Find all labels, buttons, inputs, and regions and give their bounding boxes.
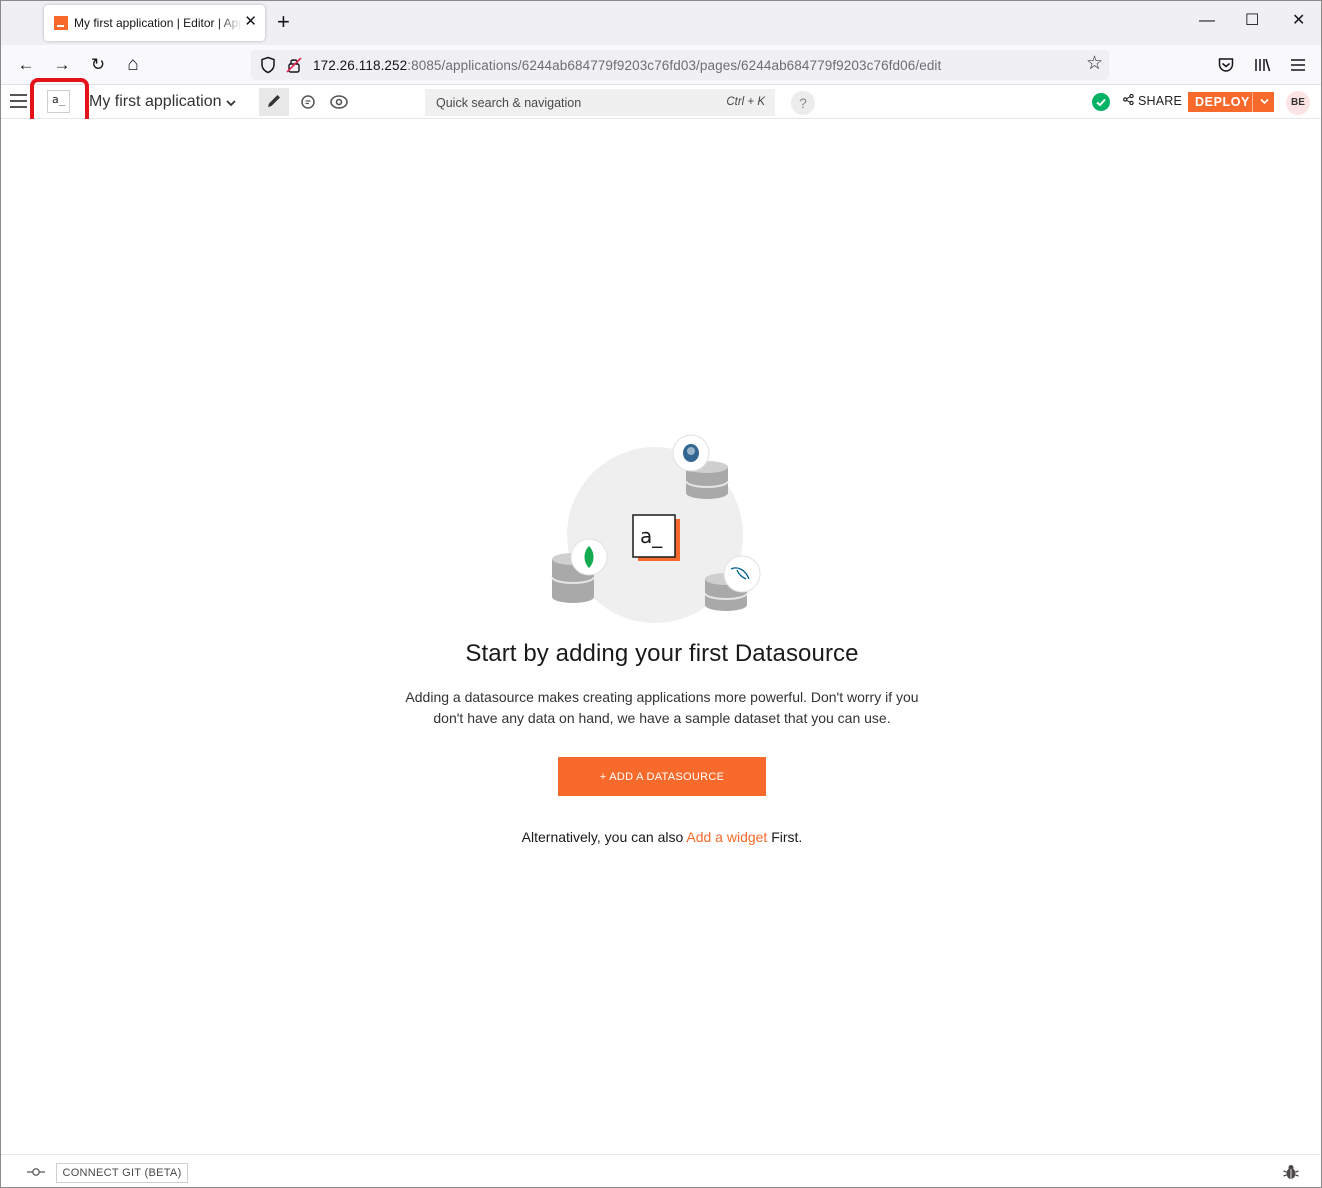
empty-state-description: Adding a datasource makes creating appli… (405, 689, 919, 726)
editor-canvas: a_ Start by adding your first Datasource… (1, 119, 1321, 1154)
empty-state-heading: Start by adding your first Datasource (465, 640, 859, 667)
bug-icon[interactable] (1282, 1163, 1300, 1181)
add-datasource-button[interactable]: + ADD A DATASOURCE (558, 757, 766, 796)
tab-close-icon[interactable]: ✕ (244, 14, 257, 30)
app-header: a_ My first application Quick search & n… (1, 78, 1321, 126)
close-window-button[interactable]: ✕ (1292, 11, 1305, 31)
maximize-button[interactable]: ☐ (1245, 11, 1259, 31)
browser-window: My first application | Editor | Appsmith… (0, 0, 1322, 1188)
appsmith-favicon-icon (54, 16, 68, 30)
browser-navbar: ← → ↻ ⌂ 172.26.118.252:8085/applications… (1, 45, 1321, 85)
datasource-illustration: a_ (551, 434, 761, 623)
home-button[interactable]: ⌂ (122, 54, 144, 76)
comment-icon (301, 95, 315, 109)
reload-button[interactable]: ↻ (87, 54, 109, 76)
insecure-lock-icon[interactable] (285, 56, 303, 74)
search-shortcut: Ctrl + K (726, 96, 765, 108)
appsmith-logo-icon: a_ (632, 514, 680, 561)
share-button[interactable]: SHARE (1123, 93, 1183, 108)
quick-search-bar[interactable]: Quick search & navigation Ctrl + K (425, 89, 775, 116)
illustration-logo-text: a_ (640, 524, 663, 548)
eye-icon (330, 95, 348, 109)
share-label: SHARE (1138, 94, 1183, 108)
chevron-down-icon[interactable] (225, 97, 237, 109)
saved-check-icon (1092, 93, 1110, 111)
deploy-chevron-icon[interactable] (1259, 96, 1270, 107)
edit-mode-button[interactable] (259, 88, 289, 116)
bottom-bar: CONNECT GIT (BETA) (1, 1154, 1321, 1187)
deploy-divider (1252, 92, 1253, 112)
connect-git-button[interactable]: CONNECT GIT (BETA) (56, 1163, 188, 1183)
tab-strip: My first application | Editor | Appsmith… (1, 1, 1321, 45)
url-host: 172.26.118.252 (313, 58, 408, 73)
hamburger-menu-icon[interactable] (10, 94, 27, 108)
menu-icon[interactable] (1290, 57, 1306, 73)
search-placeholder: Quick search & navigation (436, 96, 582, 110)
app-name[interactable]: My first application (89, 93, 222, 111)
address-bar[interactable]: 172.26.118.252:8085/applications/6244ab6… (251, 50, 1109, 80)
bookmark-star-icon[interactable]: ☆ (1086, 54, 1103, 74)
tracking-shield-icon[interactable] (259, 56, 277, 74)
alt-prefix: Alternatively, you can also (521, 829, 687, 845)
pencil-icon (268, 95, 280, 107)
library-icon[interactable] (1253, 56, 1271, 74)
comment-mode-button[interactable] (293, 88, 323, 116)
add-widget-link[interactable]: Add a widget (686, 829, 767, 845)
user-avatar[interactable]: BE (1286, 91, 1310, 115)
help-button[interactable]: ? (791, 91, 815, 115)
alternative-text: Alternatively, you can also Add a widget… (1, 829, 1321, 845)
alt-suffix: First. (767, 829, 803, 845)
share-icon (1123, 93, 1134, 106)
minimize-button[interactable]: — (1199, 11, 1215, 31)
preview-mode-button[interactable] (324, 88, 354, 116)
deploy-button[interactable]: DEPLOY (1188, 92, 1274, 112)
deploy-label: DEPLOY (1195, 95, 1250, 109)
browser-tab[interactable]: My first application | Editor | Appsmith… (44, 5, 265, 41)
pocket-icon[interactable] (1217, 56, 1235, 74)
new-tab-button[interactable]: + (277, 11, 290, 33)
url-text[interactable]: 172.26.118.252:8085/applications/6244ab6… (313, 58, 941, 73)
forward-button[interactable]: → (51, 54, 73, 76)
tab-title: My first application | Editor | Appsmith (74, 16, 242, 30)
back-button[interactable]: ← (15, 54, 37, 76)
git-commit-icon (27, 1168, 45, 1176)
url-path: :8085/applications/6244ab684779f9203c76f… (407, 58, 942, 73)
